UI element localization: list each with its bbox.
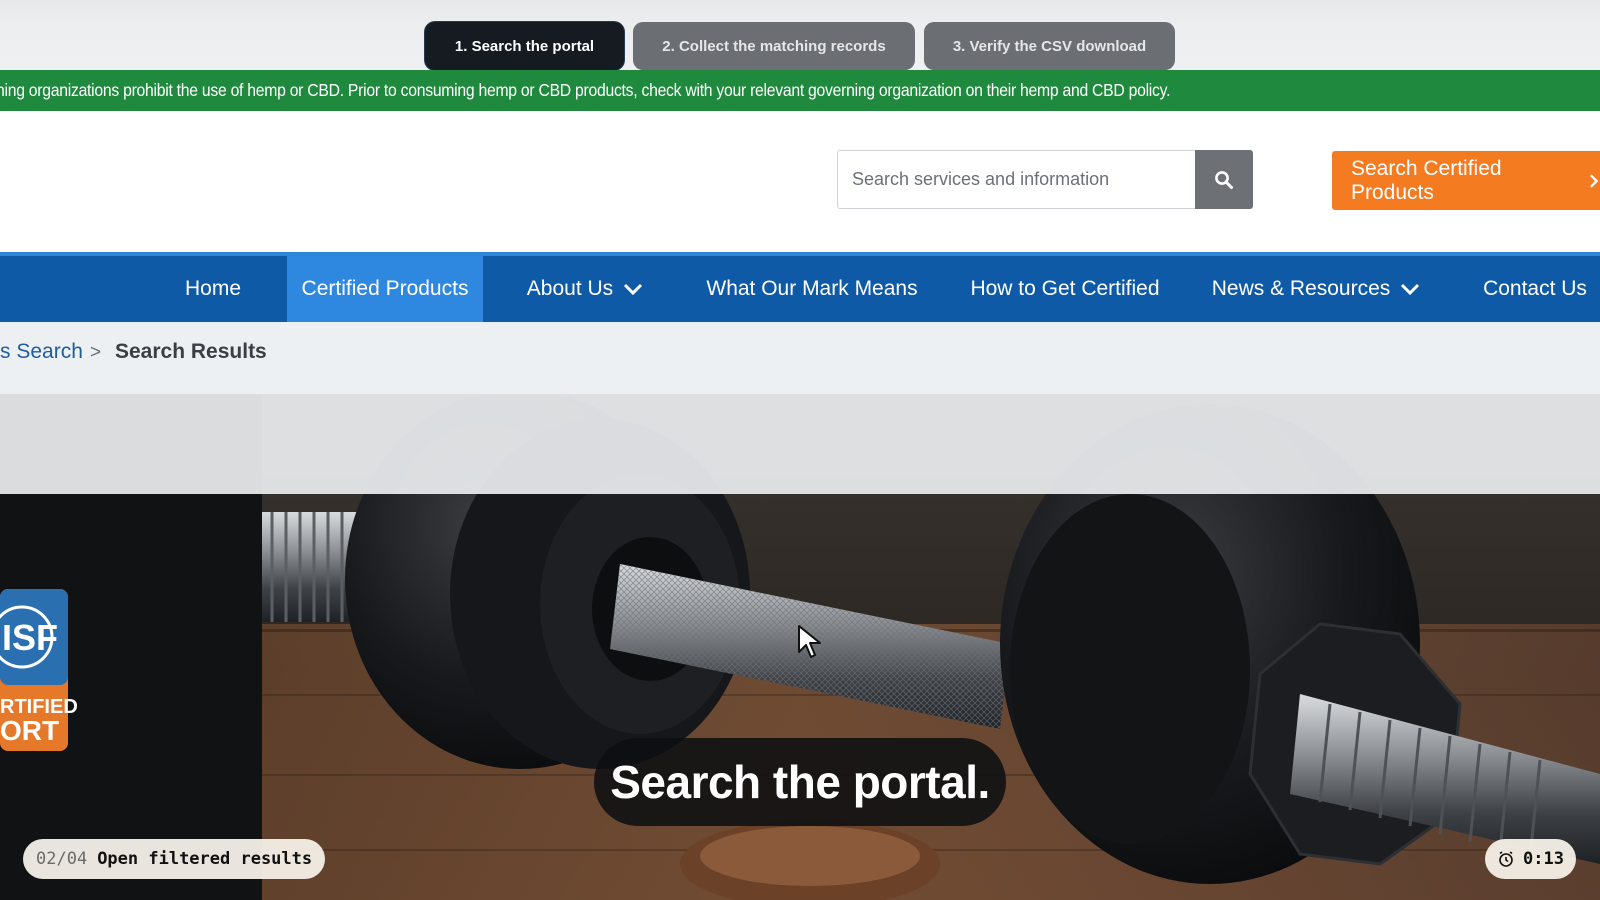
nav-item-label: What Our Mark Means (706, 277, 918, 300)
nav-item-contact-us[interactable]: Contact Us (1470, 256, 1600, 322)
breadcrumb: s Search > Search Results (0, 322, 1600, 394)
hero-top-wash (0, 394, 1600, 494)
step-tabs: 1. Search the portal 2. Collect the matc… (0, 22, 1600, 70)
nav-item-label: How to Get Certified (970, 277, 1160, 300)
nav-item-how-to-get-certified[interactable]: How to Get Certified (965, 256, 1165, 322)
search-certified-products-button[interactable]: Search Certified Products (1332, 151, 1600, 210)
walkthrough-caption: Search the portal. (594, 738, 1006, 826)
chevron-down-icon (624, 283, 643, 296)
site-search-field[interactable] (837, 150, 1195, 209)
search-icon (1215, 170, 1233, 189)
notice-text: ning organizations prohibit the use of h… (0, 80, 1171, 100)
site-header: Search Certified Products (0, 111, 1600, 252)
logo-text-nsf: ISF (2, 617, 58, 658)
step-tab-1[interactable]: 1. Search the portal (425, 22, 624, 70)
elapsed-timer: 0:13 (1485, 839, 1576, 879)
step-tab-3[interactable]: 3. Verify the CSV download (924, 22, 1175, 70)
chevron-right-icon (1590, 173, 1599, 188)
nav-item-label: Certified Products (301, 277, 469, 300)
nav-item-home[interactable]: Home (165, 256, 261, 322)
breadcrumb-separator: > (90, 342, 102, 363)
nav-item-label: Home (184, 277, 242, 300)
search-submit-button[interactable] (1195, 150, 1253, 209)
site-search-input[interactable] (852, 169, 1195, 190)
step-label: Open filtered results (97, 849, 313, 869)
step-tab-2[interactable]: 2. Collect the matching records (633, 22, 915, 70)
alarm-clock-icon (1497, 850, 1515, 868)
cert-button-label: Search Certified Products (1351, 156, 1502, 204)
step-counter: 02/04 (36, 849, 88, 869)
nav-item-label: News & Resources (1211, 277, 1391, 300)
step-progress-chip: 02/04 Open filtered results (23, 839, 326, 879)
logo-text-sport: ORT (0, 715, 59, 746)
nav-item-what-our-mark-means[interactable]: What Our Mark Means (700, 256, 924, 322)
nav-item-label: About Us (526, 277, 614, 300)
nav-item-certified-products[interactable]: Certified Products (287, 256, 483, 322)
breadcrumb-link-search[interactable]: s Search (0, 340, 83, 364)
timer-value: 0:13 (1523, 849, 1564, 869)
walkthrough-bar: 1. Search the portal 2. Collect the matc… (0, 0, 1600, 70)
nav-item-about-us[interactable]: About Us (510, 256, 660, 322)
hemp-cbd-notice-banner: ning organizations prohibit the use of h… (0, 70, 1600, 111)
nav-item-label: Contact Us (1483, 277, 1587, 300)
chevron-down-icon (1401, 283, 1420, 296)
mouse-pointer-icon (798, 625, 821, 658)
main-nav: Home Certified Products About Us What Ou… (0, 252, 1600, 322)
breadcrumb-current: Search Results (115, 340, 267, 363)
nav-item-news-resources[interactable]: News & Resources (1205, 256, 1427, 322)
